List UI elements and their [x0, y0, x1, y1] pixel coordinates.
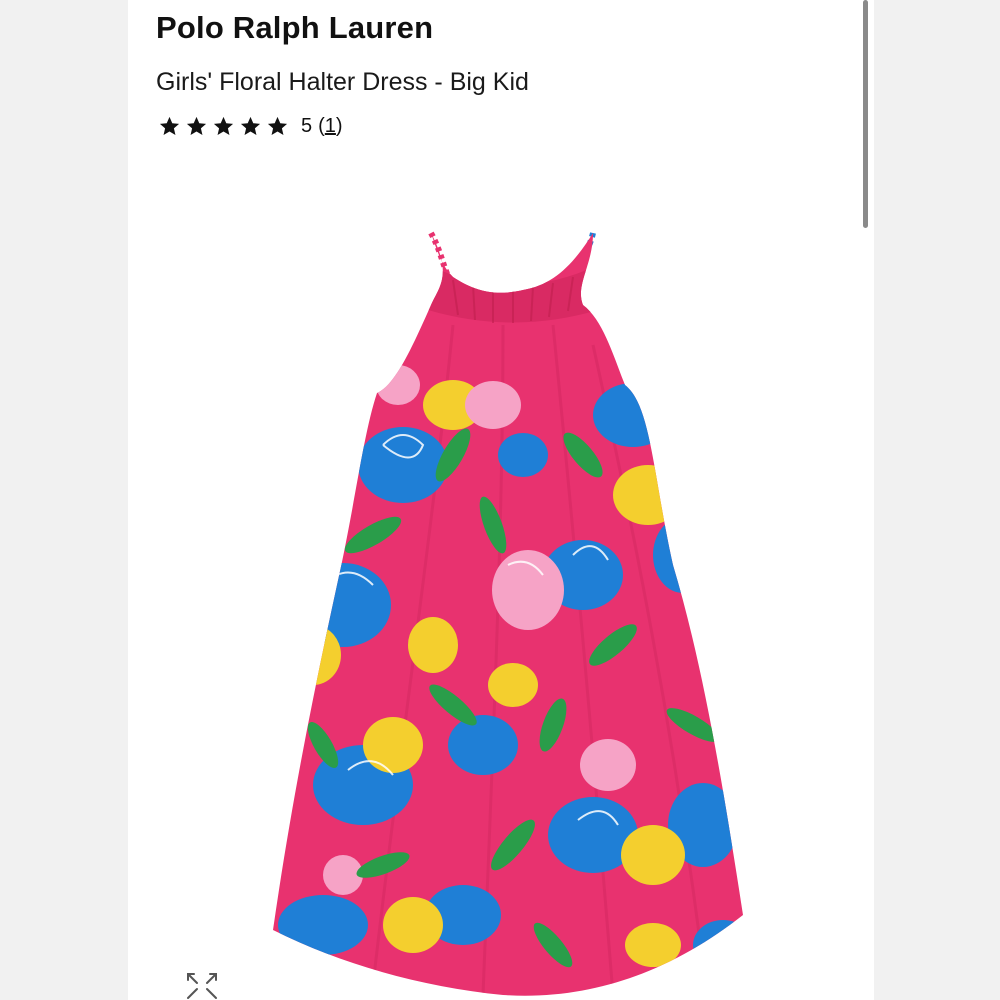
star-icon	[159, 116, 180, 136]
star-icon	[267, 116, 288, 136]
star-rating	[158, 115, 289, 138]
product-title: Girls' Floral Halter Dress - Big Kid	[156, 68, 529, 96]
brand-name[interactable]: Polo Ralph Lauren	[156, 10, 433, 46]
review-count-link[interactable]: 1	[325, 115, 336, 137]
product-image[interactable]	[253, 225, 753, 1000]
right-gutter	[874, 0, 1000, 1000]
rating-value: 5	[301, 115, 313, 137]
expand-arrows-icon[interactable]	[182, 968, 222, 1000]
review-count[interactable]: (1)	[318, 115, 342, 138]
star-icon	[213, 116, 234, 136]
star-icon	[240, 116, 261, 136]
scrollbar-thumb[interactable]	[863, 0, 868, 228]
star-icon	[186, 116, 207, 136]
rating: 5 (1)	[158, 115, 343, 138]
product-card: Polo Ralph Lauren Girls' Floral Halter D…	[128, 0, 874, 1000]
left-gutter	[0, 0, 128, 1000]
